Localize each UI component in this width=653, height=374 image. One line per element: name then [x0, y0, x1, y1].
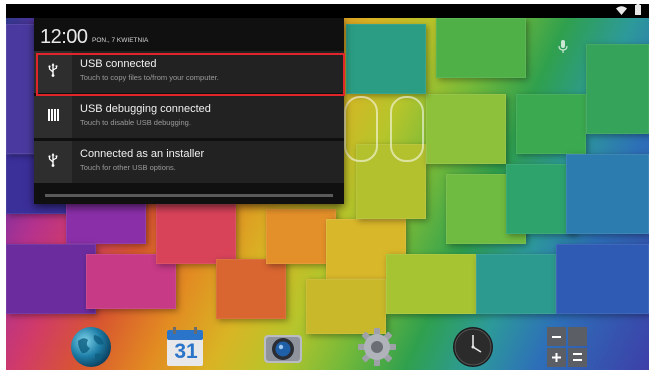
notification-shade: 12:00 PON., 7 KWIETNIA USB connected Tou… — [34, 18, 344, 204]
shade-header: 12:00 PON., 7 KWIETNIA — [34, 18, 344, 51]
widget-outline-right — [390, 96, 424, 162]
calculator-icon[interactable] — [546, 326, 588, 368]
wifi-icon — [616, 4, 627, 20]
widget-outline-left — [344, 96, 378, 162]
clock-time: 12:00 — [40, 26, 88, 48]
usb-icon — [48, 152, 58, 172]
date-label: PON., 7 KWIETNIA — [92, 37, 149, 44]
status-bar — [6, 4, 649, 18]
notification-title: USB debugging connected — [80, 103, 211, 115]
clock-icon[interactable] — [452, 326, 494, 368]
notification-title: Connected as an installer — [80, 148, 205, 160]
calendar-day-label: 31 — [174, 340, 198, 363]
shade-drag-handle[interactable] — [45, 194, 333, 197]
notification-subtitle: Touch to disable USB debugging. — [80, 118, 191, 127]
usb-debug-icon — [47, 108, 59, 126]
calendar-icon[interactable]: 31 — [164, 326, 206, 368]
device-screen: 12:00 PON., 7 KWIETNIA USB connected Tou… — [6, 4, 649, 370]
notification-subtitle: Touch for other USB options. — [80, 163, 176, 172]
notification-usb-debugging[interactable]: USB debugging connected Touch to disable… — [34, 96, 344, 138]
notification-icon-box — [34, 96, 72, 138]
browser-globe-icon[interactable] — [70, 326, 112, 368]
battery-icon — [635, 4, 641, 20]
highlight-box — [36, 53, 345, 96]
camera-icon[interactable] — [262, 326, 304, 368]
mic-icon[interactable] — [558, 40, 568, 59]
notification-icon-box — [34, 141, 72, 183]
settings-gear-icon[interactable] — [356, 326, 398, 368]
notification-installer[interactable]: Connected as an installer Touch for othe… — [34, 141, 344, 183]
